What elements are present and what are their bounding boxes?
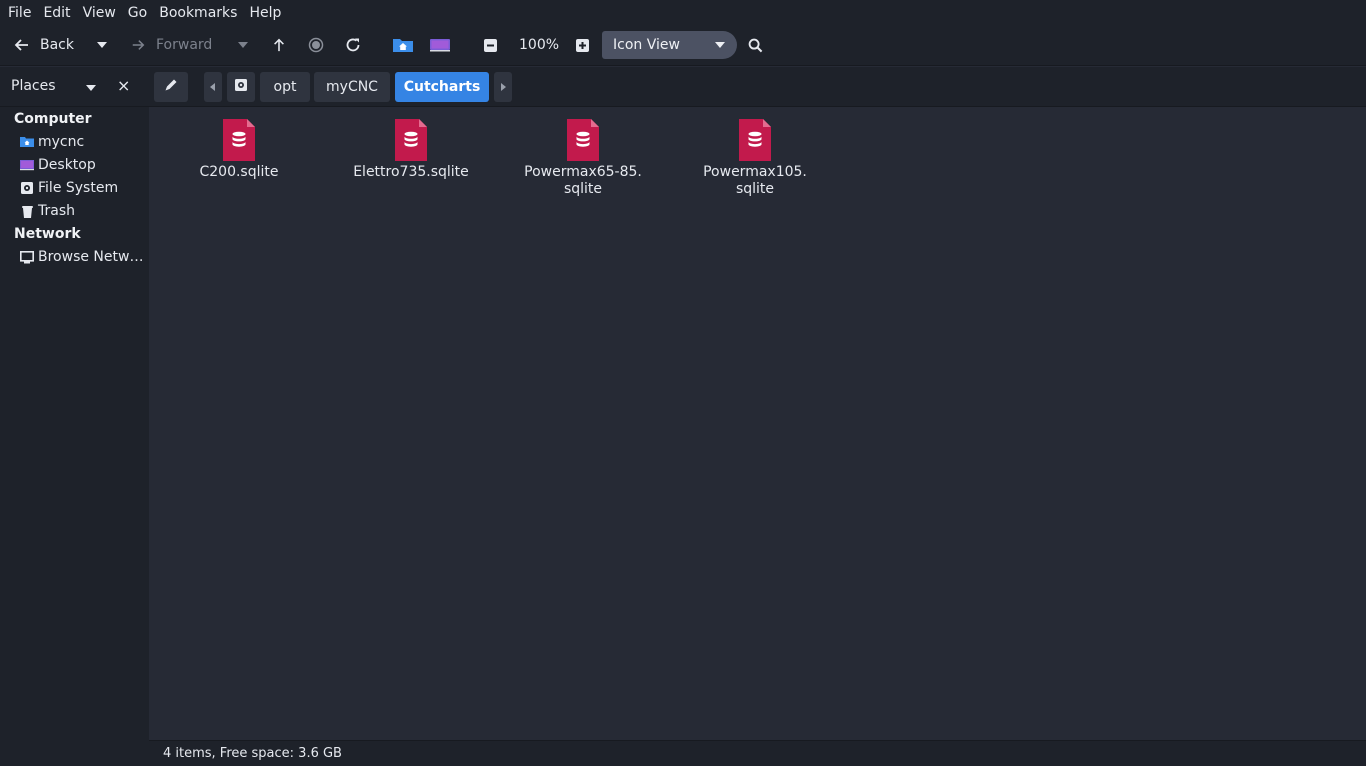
network-icon xyxy=(20,250,34,264)
chevron-right-icon xyxy=(501,83,506,91)
path-segment-mycnc[interactable]: myCNC xyxy=(314,72,390,102)
forward-label: Forward xyxy=(156,37,213,53)
file-name-line2: sqlite xyxy=(735,181,775,197)
back-arrow-icon xyxy=(14,37,30,53)
file-name: Elettro735.sqlite xyxy=(353,164,469,180)
zoom-level: 100% xyxy=(519,37,560,53)
sidebar-item-desktop[interactable]: Desktop xyxy=(20,155,146,175)
back-label: Back xyxy=(40,37,74,53)
trash-icon xyxy=(20,204,34,218)
drive-icon xyxy=(20,181,34,195)
sidebar-item-label: File System xyxy=(38,180,119,196)
forward-button[interactable]: Forward xyxy=(131,26,212,64)
stop-icon xyxy=(308,37,324,53)
chevron-down-icon xyxy=(97,42,107,48)
file-item[interactable]: Powermax105. sqlite xyxy=(690,119,820,198)
path-scroll-right[interactable] xyxy=(494,72,512,102)
monitor-icon xyxy=(429,37,451,53)
file-item[interactable]: C200.sqlite xyxy=(174,119,304,181)
reload-icon xyxy=(345,37,361,53)
sidebar-section-network: Network xyxy=(14,226,81,242)
desktop-icon xyxy=(20,158,34,172)
menu-file[interactable]: File xyxy=(2,0,37,26)
plus-icon xyxy=(576,38,589,52)
path-scroll-left[interactable] xyxy=(204,72,222,102)
view-mode-label: Icon View xyxy=(613,37,680,53)
file-item[interactable]: Powermax65-85. sqlite xyxy=(518,119,648,198)
file-view[interactable]: C200.sqlite Elettro735.sqlite Powermax65… xyxy=(149,107,1366,740)
back-button[interactable]: Back xyxy=(14,26,74,64)
path-segment-cutcharts[interactable]: Cutcharts xyxy=(395,72,489,102)
chevron-down-icon[interactable] xyxy=(86,85,96,91)
file-name-line2: sqlite xyxy=(563,181,603,197)
sidebar-section-computer: Computer xyxy=(14,111,92,127)
status-text: 4 items, Free space: 3.6 GB xyxy=(163,746,342,761)
path-bar: opt myCNC Cutcharts xyxy=(149,67,1366,107)
toolbar: Back Forward 100% Icon View xyxy=(0,26,1366,66)
database-file-icon xyxy=(222,119,256,161)
sidebar: Places × Computer mycnc Desktop File Sys… xyxy=(0,67,149,766)
search-icon xyxy=(748,38,763,53)
arrow-up-icon xyxy=(272,38,286,52)
file-name: C200.sqlite xyxy=(199,164,279,180)
search-button[interactable] xyxy=(748,26,763,64)
sidebar-item-label: Trash xyxy=(38,203,75,219)
file-name: Powermax65-85. xyxy=(524,164,642,180)
reload-button[interactable] xyxy=(345,26,361,64)
path-segment-opt[interactable]: opt xyxy=(260,72,310,102)
up-button[interactable] xyxy=(272,26,286,64)
menu-help[interactable]: Help xyxy=(243,0,287,26)
close-sidebar-button[interactable]: × xyxy=(117,76,130,96)
menu-view[interactable]: View xyxy=(77,0,122,26)
sidebar-pane-selector[interactable]: Places xyxy=(11,78,56,94)
minus-icon xyxy=(484,38,497,52)
sidebar-item-label: mycnc xyxy=(38,134,85,150)
drive-icon xyxy=(235,79,247,95)
pencil-icon xyxy=(164,78,178,96)
sidebar-item-mycnc[interactable]: mycnc xyxy=(20,132,146,152)
file-name: Powermax105. xyxy=(703,164,807,180)
computer-button[interactable] xyxy=(429,26,451,64)
database-file-icon xyxy=(394,119,428,161)
view-mode-select[interactable]: Icon View xyxy=(602,31,737,59)
chevron-down-icon xyxy=(715,42,725,48)
file-item[interactable]: Elettro735.sqlite xyxy=(346,119,476,181)
sidebar-item-trash[interactable]: Trash xyxy=(20,201,146,221)
database-file-icon xyxy=(738,119,772,161)
sidebar-item-label: Desktop xyxy=(38,157,96,173)
home-folder-icon xyxy=(392,37,414,53)
menubar: File Edit View Go Bookmarks Help xyxy=(0,0,1366,26)
zoom-out-button[interactable] xyxy=(484,26,497,64)
sidebar-header: Places × xyxy=(0,67,149,107)
chevron-left-icon xyxy=(210,83,215,91)
path-root-button[interactable] xyxy=(227,72,255,102)
zoom-in-button[interactable] xyxy=(576,26,589,64)
forward-history-dropdown[interactable] xyxy=(238,26,248,64)
chevron-down-icon xyxy=(238,42,248,48)
status-bar: 4 items, Free space: 3.6 GB xyxy=(149,740,1366,766)
sidebar-item-label: Browse Network xyxy=(38,249,144,265)
home-button[interactable] xyxy=(392,26,414,64)
home-folder-icon xyxy=(20,135,34,149)
sidebar-item-filesystem[interactable]: File System xyxy=(20,178,146,198)
menu-bookmarks[interactable]: Bookmarks xyxy=(153,0,243,26)
sidebar-item-browse-network[interactable]: Browse Network xyxy=(20,247,146,267)
menu-edit[interactable]: Edit xyxy=(37,0,76,26)
forward-arrow-icon xyxy=(131,38,145,52)
database-file-icon xyxy=(566,119,600,161)
back-history-dropdown[interactable] xyxy=(97,26,107,64)
menu-go[interactable]: Go xyxy=(122,0,153,26)
edit-location-button[interactable] xyxy=(154,72,188,102)
stop-button[interactable] xyxy=(308,26,324,64)
